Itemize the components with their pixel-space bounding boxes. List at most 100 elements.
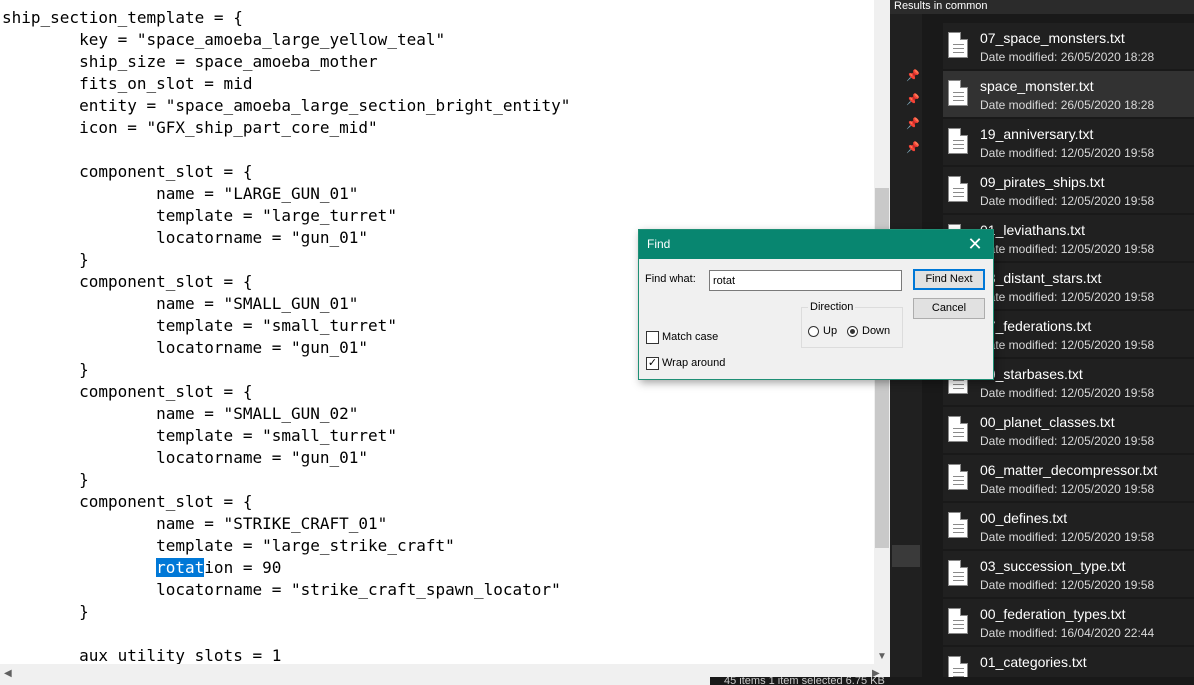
text-file-icon xyxy=(948,560,968,586)
pin-icon[interactable]: 📌 xyxy=(906,69,920,82)
file-date-modified: Date modified: 16/04/2020 22:44 xyxy=(980,626,1155,640)
direction-down-radio[interactable] xyxy=(847,326,858,337)
file-name: 00_starbases.txt xyxy=(980,366,1083,382)
direction-label: Direction xyxy=(808,301,856,313)
code-line[interactable]: } xyxy=(2,601,570,623)
code-line[interactable]: key = "space_amoeba_large_yellow_teal" xyxy=(2,29,570,51)
file-item[interactable]: 03_succession_type.txt Date modified: 12/… xyxy=(943,551,1194,597)
code-line[interactable]: name = "SMALL_GUN_01" xyxy=(2,293,570,315)
code-line[interactable]: name = "SMALL_GUN_02" xyxy=(2,403,570,425)
pin-icon[interactable]: 📌 xyxy=(906,117,920,130)
file-date-modified: Date modified: 12/05/2020 19:58 xyxy=(980,338,1155,352)
dialog-title: Find xyxy=(647,237,671,251)
file-date-modified: Date modified: 12/05/2020 19:58 xyxy=(980,386,1155,400)
file-item[interactable]: 19_anniversary.txt Date modified: 12/05/2… xyxy=(943,119,1194,165)
file-date-modified: Date modified: 12/05/2020 19:58 xyxy=(980,482,1155,496)
code-line[interactable]: locatorname = "gun_01" xyxy=(2,447,570,469)
code-line[interactable]: template = "small_turret" xyxy=(2,425,570,447)
file-date-modified: Date modified: 12/05/2020 19:58 xyxy=(980,434,1155,448)
file-item[interactable]: 00_planet_classes.txt Date modified: 12/0… xyxy=(943,407,1194,453)
file-name: 09_pirates_ships.txt xyxy=(980,174,1105,190)
scroll-down-arrow-icon[interactable]: ▼ xyxy=(877,651,887,662)
code-line[interactable]: entity = "space_amoeba_large_section_bri… xyxy=(2,95,570,117)
wrap-around-checkbox[interactable]: ✓ xyxy=(646,357,659,370)
file-date-modified: Date modified: 12/05/2020 19:58 xyxy=(980,242,1155,256)
text-file-icon xyxy=(948,608,968,634)
file-date-modified: Date modified: 12/05/2020 19:58 xyxy=(980,194,1155,208)
code-line[interactable]: locatorname = "gun_01" xyxy=(2,337,570,359)
file-name: 01_leviathans.txt xyxy=(980,222,1086,238)
dialog-titlebar[interactable]: Find ✕ xyxy=(639,230,993,259)
text-file-icon xyxy=(948,32,968,58)
file-name: 01_categories.txt xyxy=(980,654,1087,670)
file-item[interactable]: 00_defines.txt Date modified: 12/05/2020 … xyxy=(943,503,1194,549)
find-next-button[interactable]: Find Next xyxy=(913,269,985,290)
file-name: 00_federation_types.txt xyxy=(980,606,1126,622)
file-item[interactable]: 06_matter_decompressor.txt Date modified:… xyxy=(943,455,1194,501)
match-case-label: Match case xyxy=(662,331,719,343)
status-bar: 45 items 1 item selected 6.75 KB xyxy=(710,677,1194,685)
status-text: 45 items 1 item selected 6.75 KB xyxy=(724,677,885,685)
file-name: 06_matter_decompressor.txt xyxy=(980,462,1158,478)
pin-icon[interactable]: 📌 xyxy=(906,141,920,154)
file-item[interactable]: 07_space_monsters.txt Date modified: 26/0… xyxy=(943,23,1194,69)
text-file-icon xyxy=(948,80,968,106)
wrap-around-label: Wrap around xyxy=(662,357,726,369)
code-line[interactable]: component_slot = { xyxy=(2,271,570,293)
code-line[interactable]: } xyxy=(2,359,570,381)
cancel-button[interactable]: Cancel xyxy=(913,298,985,319)
code-line[interactable] xyxy=(2,139,570,161)
code-line[interactable]: component_slot = { xyxy=(2,161,570,183)
text-file-icon xyxy=(948,176,968,202)
code-line[interactable]: } xyxy=(2,469,570,491)
code-line[interactable]: component_slot = { xyxy=(2,491,570,513)
file-name: 00_planet_classes.txt xyxy=(980,414,1115,430)
code-line[interactable]: } xyxy=(2,249,570,271)
direction-up-radio[interactable] xyxy=(808,326,819,337)
text-file-icon xyxy=(948,416,968,442)
file-date-modified: Date modified: 12/05/2020 19:58 xyxy=(980,146,1155,160)
code-line[interactable]: name = "STRIKE_CRAFT_01" xyxy=(2,513,570,535)
code-line[interactable]: aux_utility_slots = 1 xyxy=(2,645,570,664)
file-item[interactable]: space_monster.txt Date modified: 26/05/20… xyxy=(943,71,1194,117)
results-header: Results in common xyxy=(890,0,1194,14)
results-title: Results in common xyxy=(894,0,988,12)
code-line[interactable]: name = "LARGE_GUN_01" xyxy=(2,183,570,205)
match-case-checkbox[interactable] xyxy=(646,331,659,344)
scroll-left-arrow-icon[interactable]: ◀ xyxy=(4,668,12,679)
code-content[interactable]: ship_section_template = { key = "space_a… xyxy=(2,7,570,664)
file-date-modified: Date modified: 26/05/2020 18:28 xyxy=(980,50,1155,64)
direction-down-label: Down xyxy=(862,325,891,337)
file-name: 07_space_monsters.txt xyxy=(980,30,1125,46)
code-line[interactable]: ship_size = space_amoeba_mother xyxy=(2,51,570,73)
file-item[interactable]: 09_pirates_ships.txt Date modified: 12/05… xyxy=(943,167,1194,213)
find-what-label: Find what: xyxy=(645,273,696,285)
find-what-input[interactable] xyxy=(709,270,902,291)
code-line[interactable]: ship_section_template = { xyxy=(2,7,570,29)
file-name: 19_anniversary.txt xyxy=(980,126,1094,142)
file-date-modified: Date modified: 26/05/2020 18:28 xyxy=(980,98,1155,112)
file-name: 00_defines.txt xyxy=(980,510,1068,526)
pin-icon[interactable]: 📌 xyxy=(906,93,920,106)
code-line[interactable]: fits_on_slot = mid xyxy=(2,73,570,95)
close-icon[interactable]: ✕ xyxy=(957,230,993,259)
navigation-selected-item[interactable] xyxy=(892,545,920,567)
code-line[interactable]: template = "large_turret" xyxy=(2,205,570,227)
code-line[interactable]: rotation = 90 xyxy=(2,557,570,579)
file-name: 07_federations.txt xyxy=(980,318,1092,334)
file-date-modified: Date modified: 12/05/2020 19:58 xyxy=(980,578,1155,592)
code-line[interactable]: template = "small_turret" xyxy=(2,315,570,337)
code-line[interactable]: locatorname = "strike_craft_spawn_locato… xyxy=(2,579,570,601)
code-line[interactable]: template = "large_strike_craft" xyxy=(2,535,570,557)
code-line[interactable]: icon = "GFX_ship_part_core_mid" xyxy=(2,117,570,139)
text-file-icon xyxy=(948,464,968,490)
code-line[interactable]: component_slot = { xyxy=(2,381,570,403)
code-line[interactable] xyxy=(2,623,570,645)
code-line[interactable]: locatorname = "gun_01" xyxy=(2,227,570,249)
file-name: 03_succession_type.txt xyxy=(980,558,1126,574)
text-file-icon xyxy=(948,512,968,538)
file-date-modified: Date modified: 12/05/2020 19:58 xyxy=(980,530,1155,544)
file-item[interactable]: 00_federation_types.txt Date modified: 16… xyxy=(943,599,1194,645)
direction-up-label: Up xyxy=(823,325,838,337)
find-dialog: Find ✕ Find what: Find Next Cancel Direc… xyxy=(638,229,994,380)
